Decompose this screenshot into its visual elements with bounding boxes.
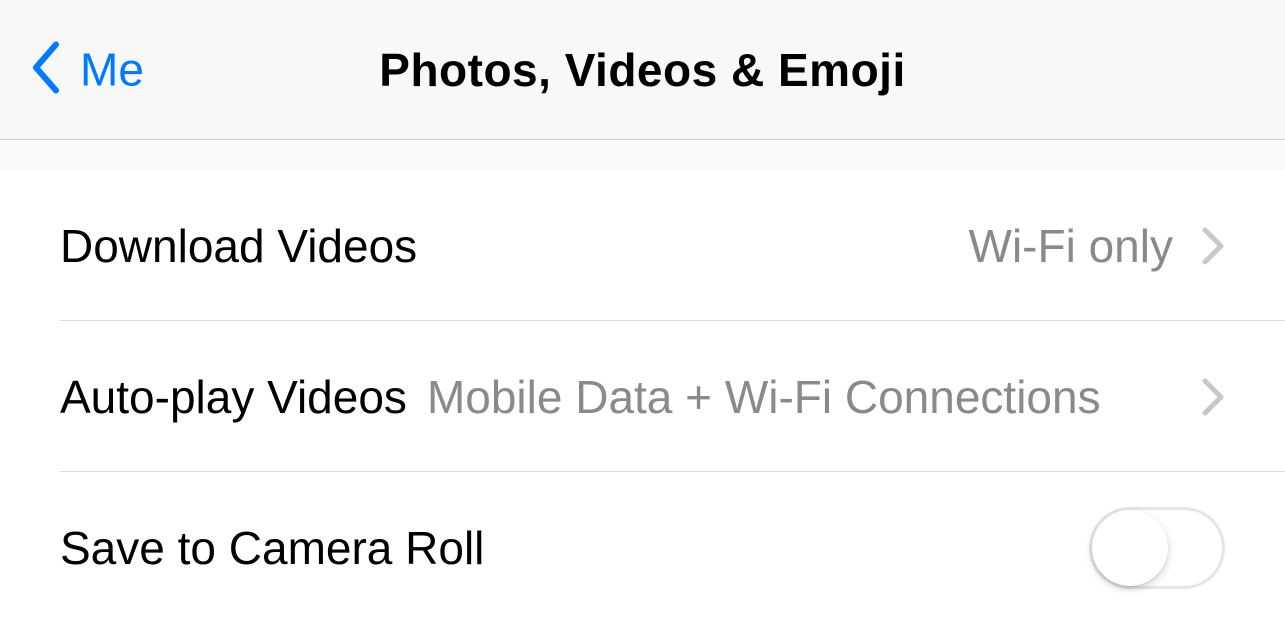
download-videos-row[interactable]: Download Videos Wi-Fi only [0,170,1285,321]
back-button-label: Me [80,43,144,97]
page-title: Photos, Videos & Emoji [379,43,905,97]
settings-list: Download Videos Wi-Fi only Auto-play Vid… [0,170,1285,623]
download-videos-label: Download Videos [60,219,417,273]
autoplay-videos-row[interactable]: Auto-play Videos Mobile Data + Wi-Fi Con… [0,321,1285,472]
back-button[interactable]: Me [28,40,144,99]
chevron-left-icon [28,40,64,99]
download-videos-value: Wi-Fi only [969,219,1173,273]
save-camera-roll-toggle[interactable] [1089,507,1225,589]
chevron-right-icon [1201,226,1225,266]
autoplay-videos-value: Mobile Data + Wi-Fi Connections [427,370,1173,424]
section-gap [0,140,1285,170]
save-camera-roll-row: Save to Camera Roll [0,472,1285,623]
navigation-bar: Me Photos, Videos & Emoji [0,0,1285,140]
toggle-knob [1092,510,1168,586]
chevron-right-icon [1201,377,1225,417]
save-camera-roll-label: Save to Camera Roll [60,521,484,575]
autoplay-videos-label: Auto-play Videos [60,370,407,424]
